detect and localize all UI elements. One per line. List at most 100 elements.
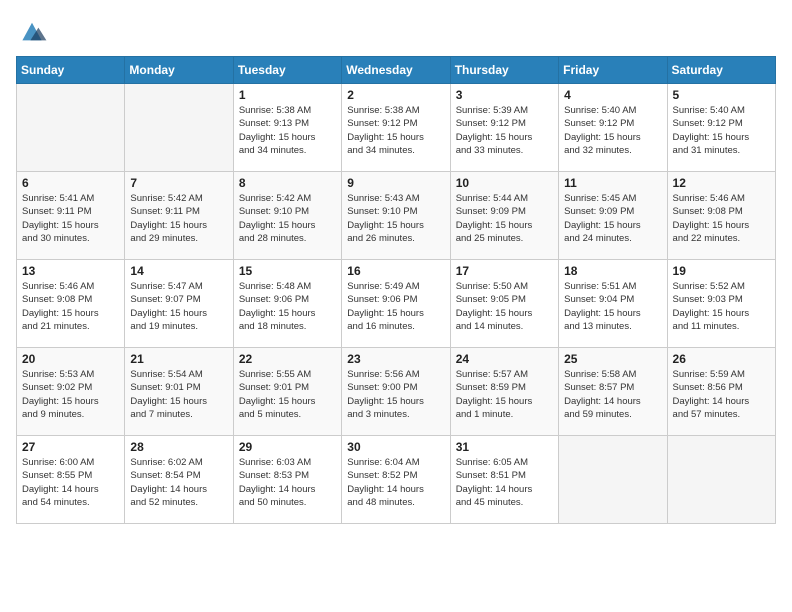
calendar-cell: 16 Sunrise: 5:49 AM Sunset: 9:06 PM Dayli… — [342, 260, 450, 348]
day-info: Sunrise: 6:00 AM Sunset: 8:55 PM Dayligh… — [22, 456, 119, 509]
day-number: 9 — [347, 176, 444, 190]
logo — [16, 16, 52, 44]
day-number: 30 — [347, 440, 444, 454]
week-row-5: 27 Sunrise: 6:00 AM Sunset: 8:55 PM Dayli… — [17, 436, 776, 524]
day-info: Sunrise: 5:49 AM Sunset: 9:06 PM Dayligh… — [347, 280, 444, 333]
calendar-cell: 30 Sunrise: 6:04 AM Sunset: 8:52 PM Dayli… — [342, 436, 450, 524]
day-info: Sunrise: 5:50 AM Sunset: 9:05 PM Dayligh… — [456, 280, 553, 333]
day-info: Sunrise: 5:57 AM Sunset: 8:59 PM Dayligh… — [456, 368, 553, 421]
day-number: 29 — [239, 440, 336, 454]
day-number: 21 — [130, 352, 227, 366]
day-info: Sunrise: 5:58 AM Sunset: 8:57 PM Dayligh… — [564, 368, 661, 421]
calendar-cell: 19Sunrise: 5:52 AM Sunset: 9:03 PM Dayli… — [667, 260, 775, 348]
week-row-2: 6Sunrise: 5:41 AM Sunset: 9:11 PM Daylig… — [17, 172, 776, 260]
day-number: 4 — [564, 88, 661, 102]
calendar-cell: 21Sunrise: 5:54 AM Sunset: 9:01 PM Dayli… — [125, 348, 233, 436]
calendar-cell: 31 Sunrise: 6:05 AM Sunset: 8:51 PM Dayli… — [450, 436, 558, 524]
logo-icon — [16, 16, 48, 44]
day-number: 20 — [22, 352, 119, 366]
day-info: Sunrise: 5:53 AM Sunset: 9:02 PM Dayligh… — [22, 368, 119, 421]
day-number: 14 — [130, 264, 227, 278]
day-info: Sunrise: 5:55 AM Sunset: 9:01 PM Dayligh… — [239, 368, 336, 421]
calendar-cell: 23 Sunrise: 5:56 AM Sunset: 9:00 PM Dayli… — [342, 348, 450, 436]
calendar-cell — [17, 84, 125, 172]
calendar-cell: 29 Sunrise: 6:03 AM Sunset: 8:53 PM Dayli… — [233, 436, 341, 524]
day-info: Sunrise: 6:03 AM Sunset: 8:53 PM Dayligh… — [239, 456, 336, 509]
day-number: 10 — [456, 176, 553, 190]
day-info: Sunrise: 6:05 AM Sunset: 8:51 PM Dayligh… — [456, 456, 553, 509]
calendar-cell — [559, 436, 667, 524]
week-row-4: 20 Sunrise: 5:53 AM Sunset: 9:02 PM Dayli… — [17, 348, 776, 436]
calendar-cell: 22 Sunrise: 5:55 AM Sunset: 9:01 PM Dayli… — [233, 348, 341, 436]
weekday-header-wednesday: Wednesday — [342, 57, 450, 84]
day-number: 23 — [347, 352, 444, 366]
day-number: 3 — [456, 88, 553, 102]
day-info: Sunrise: 5:38 AM Sunset: 9:12 PM Dayligh… — [347, 104, 444, 157]
calendar-cell: 28Sunrise: 6:02 AM Sunset: 8:54 PM Dayli… — [125, 436, 233, 524]
day-info: Sunrise: 5:47 AM Sunset: 9:07 PM Dayligh… — [130, 280, 227, 333]
weekday-header-thursday: Thursday — [450, 57, 558, 84]
page-header — [16, 16, 776, 44]
day-info: Sunrise: 5:46 AM Sunset: 9:08 PM Dayligh… — [22, 280, 119, 333]
calendar-cell: 1Sunrise: 5:38 AM Sunset: 9:13 PM Daylig… — [233, 84, 341, 172]
calendar-cell: 17 Sunrise: 5:50 AM Sunset: 9:05 PM Dayli… — [450, 260, 558, 348]
header-row: SundayMondayTuesdayWednesdayThursdayFrid… — [17, 57, 776, 84]
day-info: Sunrise: 5:38 AM Sunset: 9:13 PM Dayligh… — [239, 104, 336, 157]
day-number: 26 — [673, 352, 770, 366]
weekday-header-saturday: Saturday — [667, 57, 775, 84]
calendar-cell: 24 Sunrise: 5:57 AM Sunset: 8:59 PM Dayli… — [450, 348, 558, 436]
calendar-cell: 18Sunrise: 5:51 AM Sunset: 9:04 PM Dayli… — [559, 260, 667, 348]
calendar-cell: 20 Sunrise: 5:53 AM Sunset: 9:02 PM Dayli… — [17, 348, 125, 436]
calendar-cell: 12 Sunrise: 5:46 AM Sunset: 9:08 PM Dayli… — [667, 172, 775, 260]
day-number: 22 — [239, 352, 336, 366]
calendar-cell: 25 Sunrise: 5:58 AM Sunset: 8:57 PM Dayli… — [559, 348, 667, 436]
day-number: 12 — [673, 176, 770, 190]
day-number: 25 — [564, 352, 661, 366]
calendar-cell: 3 Sunrise: 5:39 AM Sunset: 9:12 PM Daylig… — [450, 84, 558, 172]
day-info: Sunrise: 5:48 AM Sunset: 9:06 PM Dayligh… — [239, 280, 336, 333]
day-number: 31 — [456, 440, 553, 454]
day-number: 13 — [22, 264, 119, 278]
calendar-cell: 7 Sunrise: 5:42 AM Sunset: 9:11 PM Daylig… — [125, 172, 233, 260]
calendar-cell: 14 Sunrise: 5:47 AM Sunset: 9:07 PM Dayli… — [125, 260, 233, 348]
calendar-cell: 27 Sunrise: 6:00 AM Sunset: 8:55 PM Dayli… — [17, 436, 125, 524]
calendar-table: SundayMondayTuesdayWednesdayThursdayFrid… — [16, 56, 776, 524]
weekday-header-tuesday: Tuesday — [233, 57, 341, 84]
day-info: Sunrise: 5:40 AM Sunset: 9:12 PM Dayligh… — [673, 104, 770, 157]
day-number: 6 — [22, 176, 119, 190]
calendar-cell — [125, 84, 233, 172]
day-number: 27 — [22, 440, 119, 454]
day-info: Sunrise: 5:39 AM Sunset: 9:12 PM Dayligh… — [456, 104, 553, 157]
calendar-cell: 13 Sunrise: 5:46 AM Sunset: 9:08 PM Dayli… — [17, 260, 125, 348]
day-info: Sunrise: 5:42 AM Sunset: 9:11 PM Dayligh… — [130, 192, 227, 245]
day-info: Sunrise: 5:42 AM Sunset: 9:10 PM Dayligh… — [239, 192, 336, 245]
day-info: Sunrise: 5:46 AM Sunset: 9:08 PM Dayligh… — [673, 192, 770, 245]
calendar-cell: 6Sunrise: 5:41 AM Sunset: 9:11 PM Daylig… — [17, 172, 125, 260]
calendar-cell: 4 Sunrise: 5:40 AM Sunset: 9:12 PM Daylig… — [559, 84, 667, 172]
day-number: 24 — [456, 352, 553, 366]
day-number: 15 — [239, 264, 336, 278]
day-info: Sunrise: 5:59 AM Sunset: 8:56 PM Dayligh… — [673, 368, 770, 421]
calendar-cell — [667, 436, 775, 524]
day-number: 19 — [673, 264, 770, 278]
day-info: Sunrise: 6:04 AM Sunset: 8:52 PM Dayligh… — [347, 456, 444, 509]
day-number: 8 — [239, 176, 336, 190]
day-number: 16 — [347, 264, 444, 278]
day-number: 2 — [347, 88, 444, 102]
day-info: Sunrise: 5:51 AM Sunset: 9:04 PM Dayligh… — [564, 280, 661, 333]
weekday-header-friday: Friday — [559, 57, 667, 84]
day-info: Sunrise: 5:45 AM Sunset: 9:09 PM Dayligh… — [564, 192, 661, 245]
calendar-cell: 15 Sunrise: 5:48 AM Sunset: 9:06 PM Dayli… — [233, 260, 341, 348]
day-number: 11 — [564, 176, 661, 190]
day-number: 5 — [673, 88, 770, 102]
week-row-3: 13 Sunrise: 5:46 AM Sunset: 9:08 PM Dayli… — [17, 260, 776, 348]
weekday-header-sunday: Sunday — [17, 57, 125, 84]
day-number: 28 — [130, 440, 227, 454]
calendar-cell: 8 Sunrise: 5:42 AM Sunset: 9:10 PM Daylig… — [233, 172, 341, 260]
calendar-cell: 5 Sunrise: 5:40 AM Sunset: 9:12 PM Daylig… — [667, 84, 775, 172]
calendar-cell: 26 Sunrise: 5:59 AM Sunset: 8:56 PM Dayli… — [667, 348, 775, 436]
day-number: 17 — [456, 264, 553, 278]
day-info: Sunrise: 5:40 AM Sunset: 9:12 PM Dayligh… — [564, 104, 661, 157]
day-info: Sunrise: 5:56 AM Sunset: 9:00 PM Dayligh… — [347, 368, 444, 421]
day-number: 7 — [130, 176, 227, 190]
